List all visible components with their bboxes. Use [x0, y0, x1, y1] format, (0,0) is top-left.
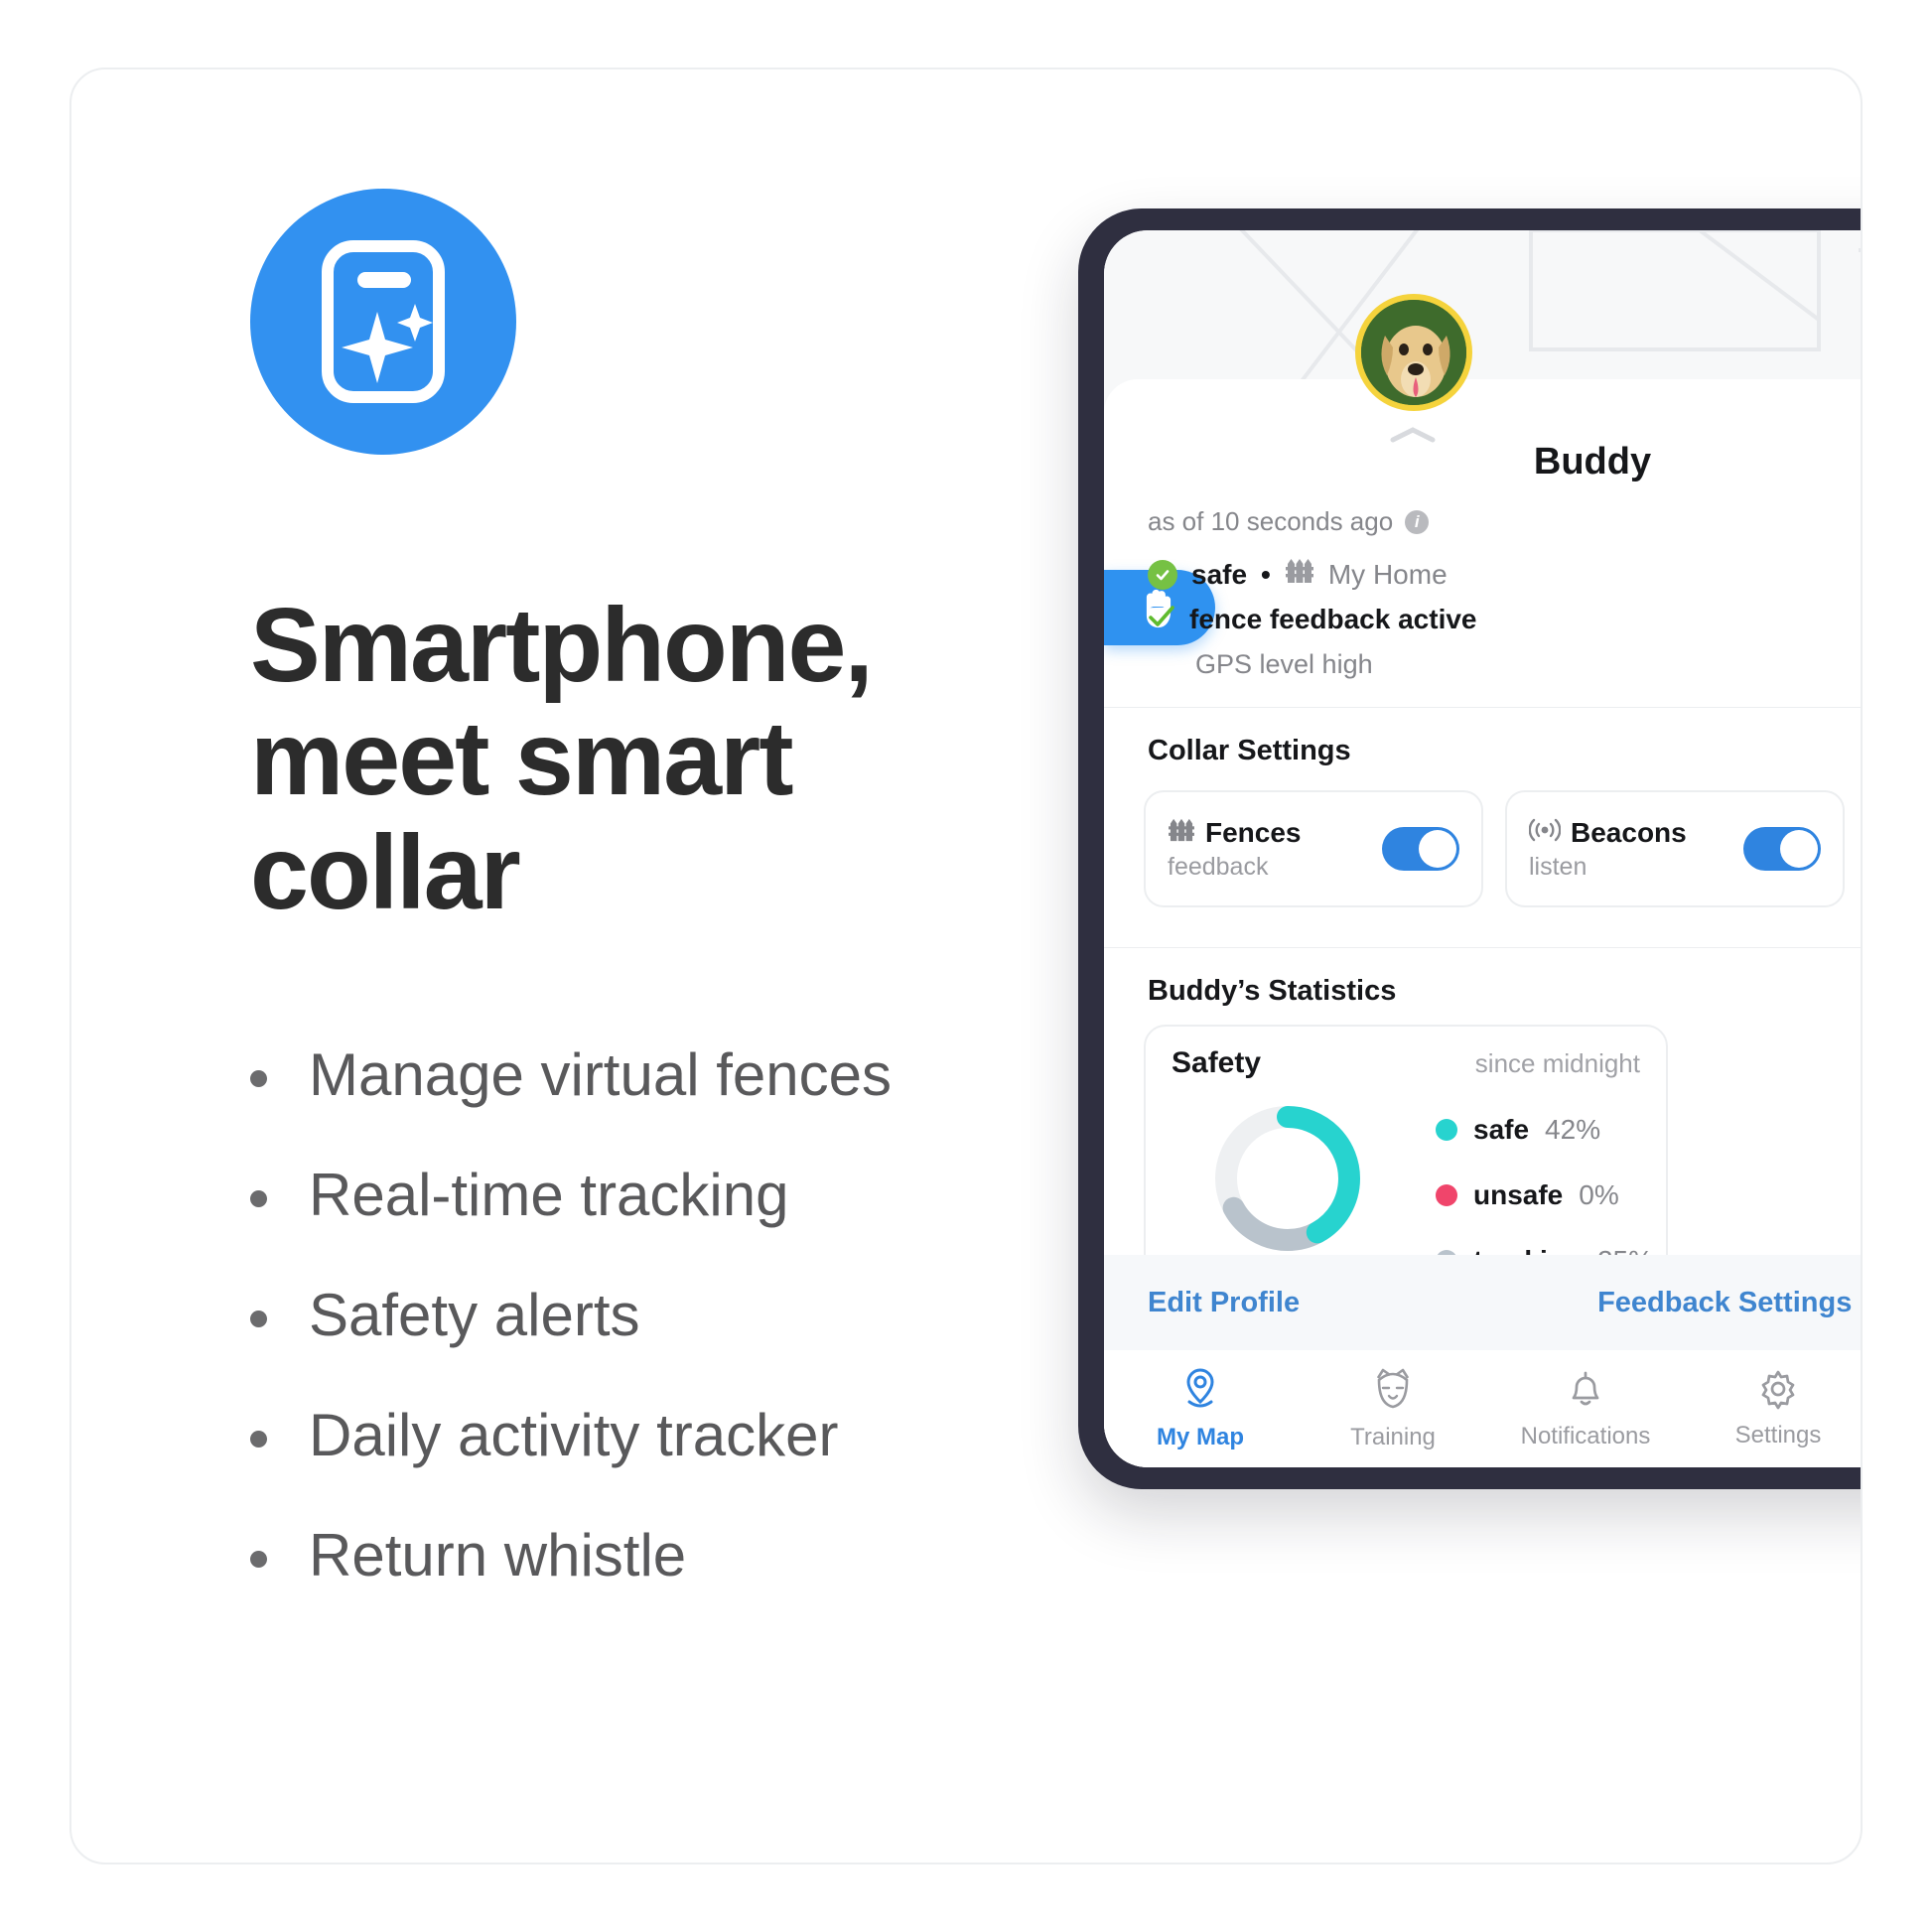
bell-icon — [1566, 1367, 1605, 1416]
divider — [1104, 707, 1861, 708]
fence-feedback-row: fence feedback active — [1148, 604, 1477, 635]
fence-feedback-label: fence feedback active — [1189, 604, 1477, 634]
feedback-settings-link[interactable]: Feedback Settings — [1597, 1287, 1852, 1319]
legend-value: 42% — [1545, 1114, 1601, 1145]
setting-card-beacons[interactable]: Beacons listen — [1505, 790, 1845, 907]
tab-training[interactable]: Training — [1297, 1366, 1489, 1451]
bullet-dot — [250, 1070, 267, 1088]
bullet-dot — [250, 1551, 267, 1569]
legend-swatch — [1436, 1184, 1457, 1206]
page-title: Smartphone, meet smart collar — [250, 587, 874, 931]
pet-name: Buddy — [1533, 441, 1652, 483]
feature-card: Smartphone, meet smart collar Manage vir… — [69, 68, 1863, 1864]
fence-icon — [1285, 558, 1314, 591]
smartphone-sparkle-icon — [250, 189, 516, 455]
location-name: My Home — [1327, 558, 1448, 590]
beacon-icon — [1528, 817, 1562, 849]
setting-title-row: Beacons — [1528, 816, 1743, 849]
legend-label: safe — [1473, 1114, 1530, 1145]
legend-item-unsafe: unsafe 0% — [1436, 1179, 1653, 1211]
list-item-label: Daily activity tracker — [309, 1402, 839, 1469]
fences-toggle[interactable] — [1382, 827, 1459, 871]
dog-face-icon — [1370, 1366, 1416, 1417]
beacons-toggle[interactable] — [1743, 827, 1821, 871]
safety-status-label: safe — [1191, 558, 1248, 590]
list-item: Safety alerts — [250, 1281, 1074, 1349]
list-item-label: Manage virtual fences — [309, 1041, 892, 1109]
bullet-dot — [250, 1431, 267, 1449]
check-circle-icon — [1148, 559, 1177, 590]
footer-links: Edit Profile Feedback Settings — [1104, 1255, 1861, 1350]
gps-level-label: GPS level high — [1195, 649, 1373, 679]
fence-icon — [1168, 817, 1195, 849]
tab-label: Training — [1350, 1424, 1436, 1450]
last-update-status: as of 10 seconds ago i — [1148, 506, 1430, 537]
stats-period: since midnight — [1474, 1048, 1640, 1078]
tab-settings[interactable]: Settings — [1682, 1368, 1861, 1449]
bullet-dot — [250, 1190, 267, 1208]
gear-icon — [1757, 1368, 1799, 1415]
list-item: Daily activity tracker — [250, 1401, 1074, 1469]
tab-label: My Map — [1156, 1424, 1244, 1450]
legend-value: 0% — [1579, 1179, 1619, 1210]
phone-screen: Buddy ✕ as of 10 seconds ago i safe • — [1104, 230, 1861, 1467]
legend-item-safe: safe 42% — [1436, 1114, 1653, 1146]
avatar[interactable] — [1355, 294, 1472, 411]
legend-label: unsafe — [1473, 1179, 1564, 1210]
list-item: Manage virtual fences — [250, 1040, 1074, 1109]
setting-card-fences[interactable]: Fences feedback — [1144, 790, 1483, 907]
info-icon[interactable]: i — [1405, 509, 1430, 534]
status-separator: • — [1261, 558, 1271, 590]
tab-label: Notifications — [1520, 1423, 1651, 1449]
setting-texts: Beacons listen — [1528, 816, 1743, 882]
legend-swatch — [1436, 1119, 1457, 1141]
last-update-text: as of 10 seconds ago — [1148, 506, 1394, 536]
list-item: Real-time tracking — [250, 1161, 1074, 1229]
detail-sheet: Buddy ✕ as of 10 seconds ago i safe • — [1104, 294, 1861, 1467]
check-icon — [1148, 605, 1175, 634]
stats-header: Safety since midnight — [1172, 1046, 1640, 1080]
divider — [1104, 947, 1861, 948]
collar-settings-title: Collar Settings — [1148, 735, 1351, 766]
setting-texts: Fences feedback — [1168, 817, 1382, 882]
setting-label: Beacons — [1571, 816, 1687, 848]
map-pin-icon — [1179, 1366, 1221, 1417]
feature-list: Manage virtual fences Real-time tracking… — [250, 1040, 1074, 1589]
setting-sublabel: listen — [1529, 852, 1587, 881]
tab-my-map[interactable]: My Map — [1104, 1366, 1297, 1451]
setting-sublabel: feedback — [1168, 852, 1269, 881]
safety-donut-chart — [1215, 1106, 1360, 1251]
list-item-label: Return whistle — [309, 1522, 687, 1589]
list-item-label: Real-time tracking — [309, 1162, 789, 1229]
setting-title-row: Fences — [1168, 817, 1382, 849]
statistics-title: Buddy’s Statistics — [1148, 975, 1397, 1007]
tab-notifications[interactable]: Notifications — [1489, 1367, 1682, 1450]
stats-card-title: Safety — [1172, 1046, 1262, 1079]
tab-label: Settings — [1734, 1422, 1822, 1449]
left-column: Smartphone, meet smart collar Manage vir… — [250, 189, 1074, 1641]
bullet-dot — [250, 1311, 267, 1328]
safety-status-row: safe • My Home — [1148, 558, 1448, 591]
setting-label: Fences — [1205, 816, 1302, 848]
edit-profile-link[interactable]: Edit Profile — [1148, 1287, 1300, 1319]
list-item-label: Safety alerts — [309, 1282, 640, 1349]
list-item: Return whistle — [250, 1521, 1074, 1589]
bottom-tab-bar: My Map Training Notifications Settings — [1104, 1350, 1861, 1467]
phone-mockup: Buddy ✕ as of 10 seconds ago i safe • — [1078, 208, 1861, 1489]
